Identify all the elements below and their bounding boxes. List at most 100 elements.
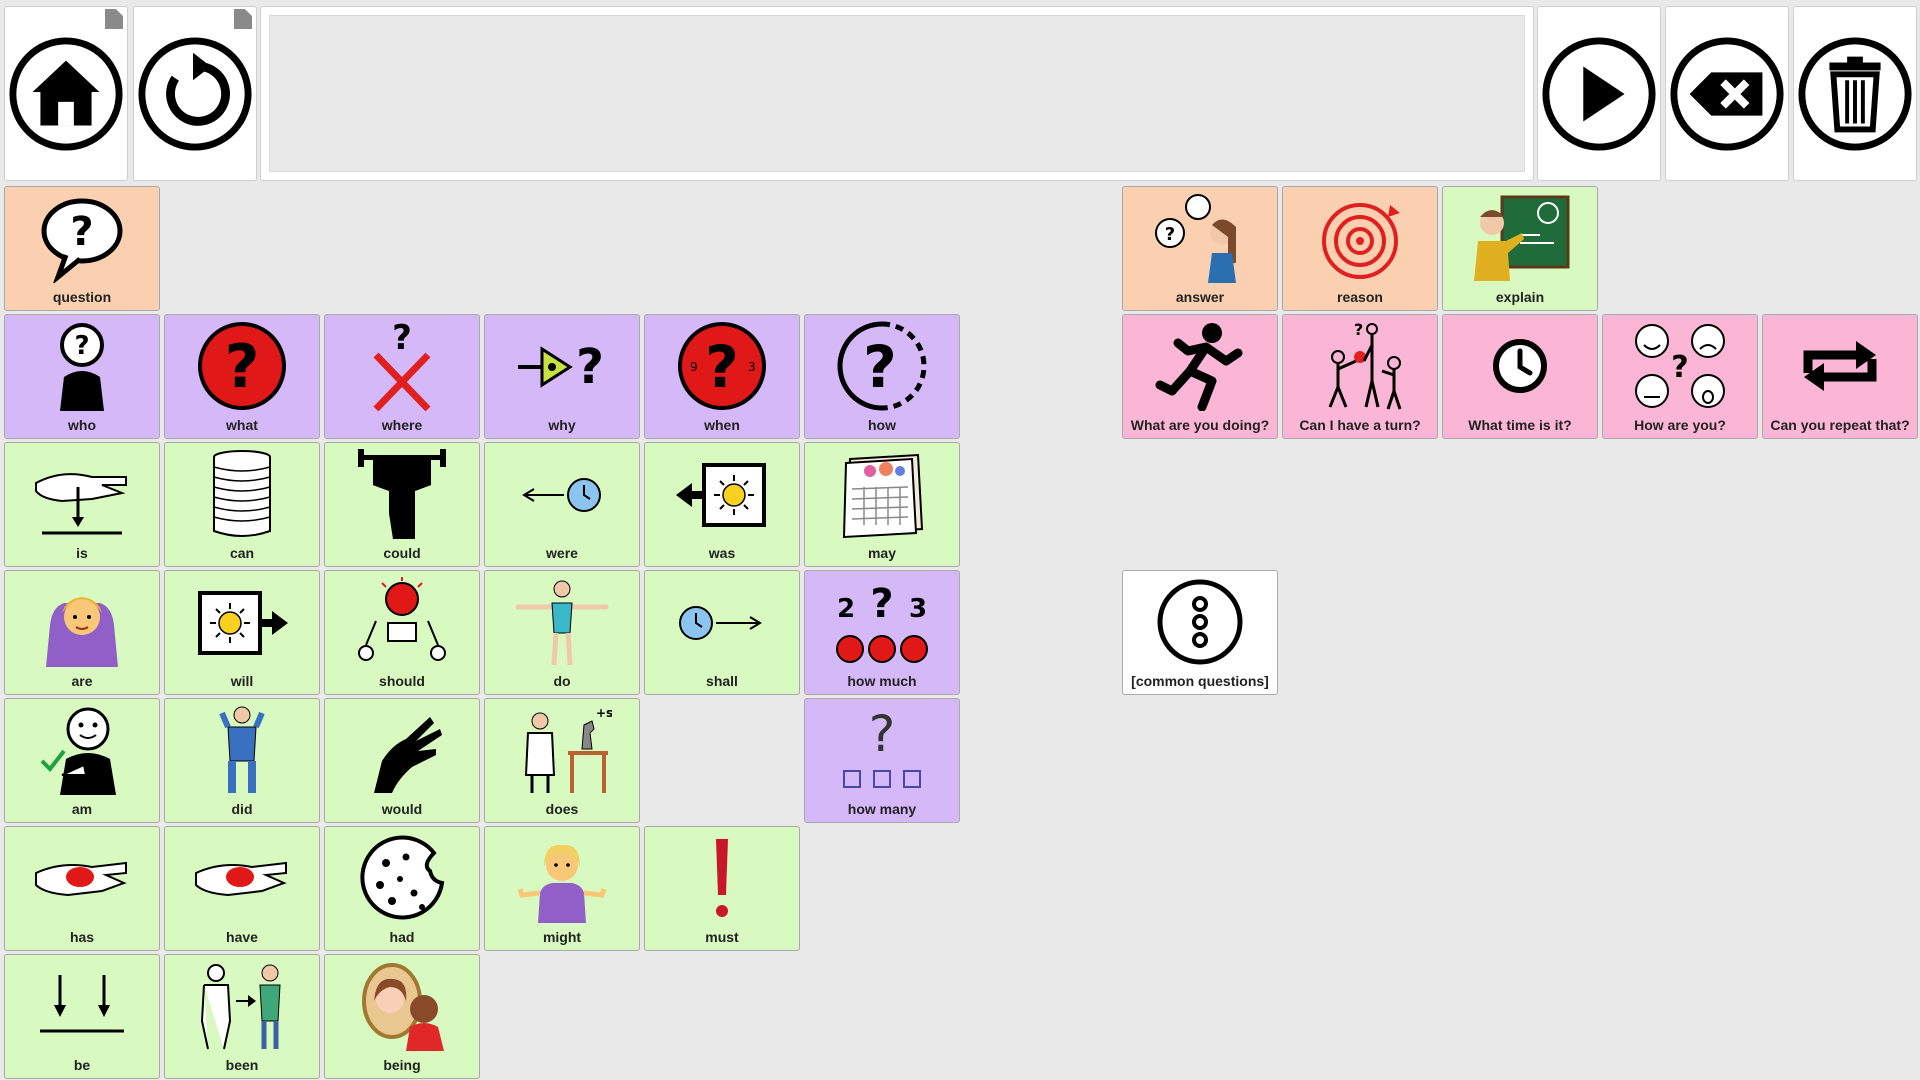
what-icon: ? — [198, 322, 286, 410]
cell-is[interactable]: is — [4, 442, 160, 567]
would-hand-icon — [374, 717, 442, 793]
past-clock-icon — [522, 478, 601, 512]
exclamation-icon — [716, 839, 728, 917]
cell-what-are-you-doing[interactable]: What are you doing? — [1122, 314, 1278, 439]
cell-must[interactable]: must — [644, 826, 800, 951]
svg-text:?: ? — [70, 209, 93, 255]
is-hand-icon — [35, 473, 127, 535]
cell-should[interactable]: should — [324, 570, 480, 695]
cell-how-much[interactable]: 2 ? 3 how much — [804, 570, 960, 695]
svg-text:?: ? — [869, 705, 896, 763]
backspace-button[interactable] — [1665, 6, 1789, 181]
cell-does[interactable]: +s does — [484, 698, 640, 823]
cell-might[interactable]: might — [484, 826, 640, 951]
repeat-icon — [1803, 341, 1877, 391]
cell-who[interactable]: ? who — [4, 314, 160, 439]
cell-do[interactable]: do — [484, 570, 640, 695]
past-sun-icon — [676, 463, 766, 527]
cell-has[interactable]: has — [4, 826, 160, 951]
cell-would[interactable]: would — [324, 698, 480, 823]
cell-did[interactable]: did — [164, 698, 320, 823]
cell-be[interactable]: be — [4, 954, 160, 1079]
cell-can[interactable]: can — [164, 442, 320, 567]
how-much-icon: 2 ? 3 — [836, 581, 928, 663]
who-person-icon: ? — [60, 323, 104, 411]
mirror-reflection-icon — [362, 963, 444, 1051]
svg-text:?: ? — [705, 333, 739, 401]
cell-what[interactable]: ? what — [164, 314, 320, 439]
svg-text:?: ? — [74, 331, 89, 361]
cookie-icon — [360, 835, 445, 920]
play-icon — [1542, 36, 1656, 151]
when-clock-icon: ? 9 3 — [678, 322, 766, 410]
cell-was[interactable]: was — [644, 442, 800, 567]
cell-have[interactable]: have — [164, 826, 320, 951]
cell-being[interactable]: being — [324, 954, 480, 1079]
svg-text:?: ? — [863, 333, 897, 401]
question-bubble-icon: ? — [41, 198, 123, 283]
cell-where[interactable]: ? where — [324, 314, 480, 439]
folder-corner-icon — [234, 9, 252, 29]
undo-icon — [138, 36, 252, 151]
future-sun-icon — [198, 591, 288, 655]
answer-icon: ? — [1155, 194, 1236, 283]
cell-answer[interactable]: ? answer — [1122, 186, 1278, 311]
take-turn-icon: ? — [1328, 321, 1402, 410]
cell-how-are-you[interactable]: ? How are you? — [1602, 314, 1758, 439]
cell-common-questions[interactable]: [common questions] — [1122, 570, 1278, 695]
scientist-icon: +s — [524, 706, 612, 793]
cell-may[interactable]: may — [804, 442, 960, 567]
future-clock-icon — [679, 606, 762, 640]
more-options-icon — [1157, 579, 1243, 665]
cell-can-you-repeat-that[interactable]: Can you repeat that? — [1762, 314, 1918, 439]
cell-will[interactable]: will — [164, 570, 320, 695]
shrugging-person-icon — [517, 844, 607, 923]
clear-button[interactable] — [1793, 6, 1917, 181]
explain-teacher-icon — [1474, 195, 1570, 281]
dancer-icon — [515, 580, 609, 666]
should-icon — [358, 577, 446, 661]
cell-could[interactable]: could — [324, 442, 480, 567]
svg-text:+s: +s — [596, 706, 612, 720]
back-button[interactable] — [133, 6, 257, 181]
cell-why[interactable]: ? why — [484, 314, 640, 439]
cell-had[interactable]: had — [324, 826, 480, 951]
cell-been[interactable]: been — [164, 954, 320, 1079]
cell-explain[interactable]: explain — [1442, 186, 1598, 311]
cell-were[interactable]: were — [484, 442, 640, 567]
home-button[interactable] — [4, 6, 128, 181]
svg-text:?: ? — [1671, 350, 1688, 385]
have-hand-icon — [195, 861, 287, 897]
cell-question[interactable]: ? question — [4, 186, 160, 311]
running-person-icon — [1155, 323, 1243, 411]
how-icon: ? — [837, 321, 927, 411]
how-many-icon: ? — [843, 705, 921, 788]
cell-when[interactable]: ? 9 3 when — [644, 314, 800, 439]
where-icon: ? — [373, 321, 431, 411]
can-icon — [213, 450, 271, 537]
are-person-icon — [46, 597, 118, 667]
svg-text:9: 9 — [690, 360, 698, 374]
cell-what-time-is-it[interactable]: What time is it? — [1442, 314, 1598, 439]
svg-text:?: ? — [1354, 321, 1363, 339]
svg-text:?: ? — [870, 581, 893, 627]
folder-corner-icon — [105, 9, 123, 29]
cell-can-i-have-a-turn[interactable]: ? Can I have a turn? — [1282, 314, 1438, 439]
has-hand-icon — [35, 861, 127, 897]
cell-am[interactable]: am — [4, 698, 160, 823]
cell-reason[interactable]: reason — [1282, 186, 1438, 311]
reason-spiral-icon — [1322, 203, 1400, 279]
cell-shall[interactable]: shall — [644, 570, 800, 695]
why-icon: ? — [518, 339, 604, 395]
svg-text:?: ? — [225, 332, 260, 402]
cell-how-many[interactable]: ? how many — [804, 698, 960, 823]
speak-button[interactable] — [1537, 6, 1661, 181]
cell-how[interactable]: ? how — [804, 314, 960, 439]
been-people-icon — [200, 964, 281, 1050]
svg-text:3: 3 — [909, 594, 927, 624]
home-icon — [9, 36, 123, 151]
cell-are[interactable]: are — [4, 570, 160, 695]
message-text — [269, 15, 1525, 172]
message-bar[interactable] — [260, 6, 1534, 181]
backspace-icon — [1670, 36, 1784, 151]
